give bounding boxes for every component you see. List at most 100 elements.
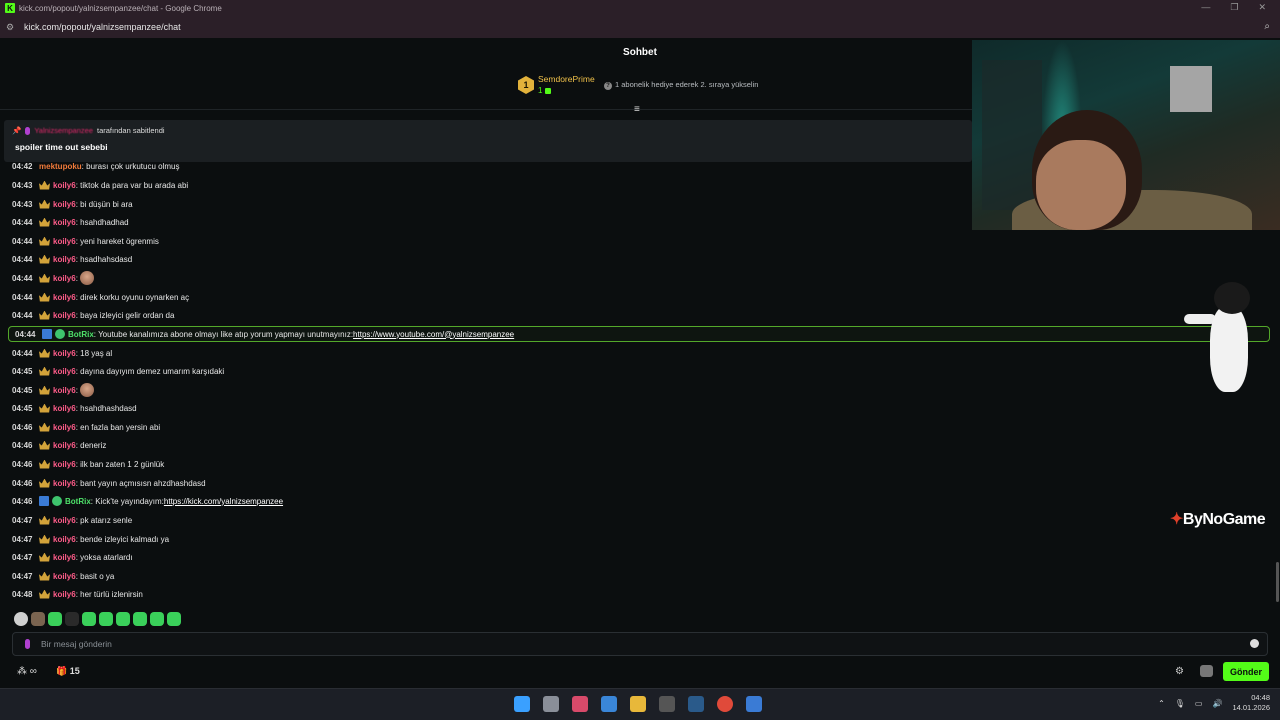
message-username[interactable]: koily6 bbox=[53, 441, 76, 450]
message-username[interactable]: koily6 bbox=[53, 535, 76, 544]
leader-name[interactable]: SemdorePrime bbox=[538, 74, 595, 84]
viewers-icon[interactable]: ⁂ ∞ bbox=[17, 666, 37, 677]
message-username[interactable]: koily6 bbox=[53, 386, 76, 395]
verified-badge-icon bbox=[52, 496, 62, 506]
message-username[interactable]: koily6 bbox=[53, 553, 76, 562]
subscriber-crown-icon bbox=[39, 385, 50, 395]
message-text: : bant yayın açmısısn ahzdhashdasd bbox=[75, 478, 206, 488]
zoom-icon[interactable]: ⌕ bbox=[1264, 21, 1270, 32]
app-icon[interactable] bbox=[601, 696, 617, 712]
start-icon[interactable] bbox=[514, 696, 530, 712]
message-username[interactable]: koily6 bbox=[53, 404, 76, 413]
emote-icon[interactable] bbox=[133, 612, 147, 626]
subscriber-crown-icon bbox=[39, 199, 50, 209]
emoji-picker-icon[interactable] bbox=[1250, 639, 1259, 648]
message-username[interactable]: koily6 bbox=[53, 349, 76, 358]
message-time: 04:44 bbox=[15, 329, 36, 339]
emote-icon[interactable] bbox=[99, 612, 113, 626]
message-text: : bende izleyici kalmadı ya bbox=[75, 534, 170, 544]
clock[interactable]: 04:48 14.01.2026 bbox=[1232, 693, 1270, 713]
task-view-icon[interactable] bbox=[543, 696, 559, 712]
chat-message: 04:44 koily6: 18 yaş al bbox=[6, 345, 112, 361]
emote-icon[interactable] bbox=[167, 612, 181, 626]
chrome-icon[interactable] bbox=[717, 696, 733, 712]
message-username[interactable]: koily6 bbox=[53, 423, 76, 432]
collapse-icon[interactable]: ≡ bbox=[634, 104, 640, 115]
minimize-icon[interactable]: — bbox=[1201, 2, 1210, 13]
emote-icon bbox=[79, 271, 94, 285]
app-icon[interactable] bbox=[572, 696, 588, 712]
message-username[interactable]: koily6 bbox=[53, 218, 76, 227]
emote-icon[interactable] bbox=[150, 612, 164, 626]
chat-title: Sohbet bbox=[623, 46, 657, 58]
system-tray: ⌃ 🎙 ▭ 🔊 04:48 14.01.2026 bbox=[1158, 693, 1270, 713]
message-username[interactable]: koily6 bbox=[53, 255, 76, 264]
pinned-label: tarafından sabitlendi bbox=[97, 126, 165, 135]
message-text: : bbox=[75, 273, 78, 283]
message-link[interactable]: https://kick.com/yalnizsempanzee bbox=[164, 497, 283, 506]
message-username[interactable]: BotRix bbox=[65, 497, 91, 506]
message-username[interactable]: koily6 bbox=[53, 516, 76, 525]
chat-message: 04:45 koily6: dayına dayıyım demez umarım… bbox=[6, 363, 224, 379]
chat-message: 04:47 koily6: yoksa atarlardı bbox=[6, 549, 133, 565]
message-text: : en fazla ban yersin abi bbox=[75, 422, 161, 432]
message-link[interactable]: https://www.youtube.com/@yalnizsempanzee bbox=[353, 330, 514, 339]
message-text: : ilk ban zaten 1 2 günlük bbox=[75, 459, 165, 469]
send-button[interactable]: Gönder bbox=[1223, 662, 1269, 681]
message-username[interactable]: koily6 bbox=[53, 460, 76, 469]
message-username[interactable]: koily6 bbox=[53, 311, 76, 320]
message-username[interactable]: koily6 bbox=[53, 181, 76, 190]
network-icon[interactable]: ▭ bbox=[1195, 699, 1203, 708]
gift-icon bbox=[545, 87, 552, 94]
message-text: : hsadhahsdasd bbox=[75, 254, 133, 264]
emote-icon[interactable] bbox=[65, 612, 79, 626]
gift-count[interactable]: 🎁 15 bbox=[56, 666, 80, 677]
dancing-cat-image bbox=[1184, 278, 1268, 406]
message-username[interactable]: koily6 bbox=[53, 590, 76, 599]
mic-badge-icon bbox=[25, 126, 31, 135]
steam-icon[interactable] bbox=[688, 696, 704, 712]
message-username[interactable]: mektupoku bbox=[39, 162, 82, 171]
message-username[interactable]: koily6 bbox=[53, 572, 76, 581]
message-username[interactable]: koily6 bbox=[53, 479, 76, 488]
subscriber-crown-icon bbox=[39, 273, 50, 283]
emote-icon[interactable] bbox=[31, 612, 45, 626]
volume-icon[interactable]: 🔊 bbox=[1212, 699, 1222, 708]
chat-input-box[interactable] bbox=[12, 632, 1268, 656]
file-explorer-icon[interactable] bbox=[630, 696, 646, 712]
message-time: 04:44 bbox=[12, 254, 33, 264]
message-username[interactable]: koily6 bbox=[53, 293, 76, 302]
bot-icon[interactable] bbox=[1200, 665, 1213, 677]
chat-message: 04:46 koily6: bant yayın açmısısn ahzdhas… bbox=[6, 475, 206, 491]
close-icon[interactable]: ✕ bbox=[1258, 2, 1266, 13]
chevron-up-icon[interactable]: ⌃ bbox=[1158, 699, 1165, 708]
pinned-by[interactable]: Yalnizsempanzee bbox=[34, 126, 93, 135]
emote-icon[interactable] bbox=[82, 612, 96, 626]
scrollbar[interactable] bbox=[1276, 562, 1279, 602]
message-username[interactable]: koily6 bbox=[53, 367, 76, 376]
emote-icon[interactable] bbox=[48, 612, 62, 626]
message-username[interactable]: koily6 bbox=[53, 274, 76, 283]
app-icon[interactable] bbox=[746, 696, 762, 712]
chat-input[interactable] bbox=[41, 636, 1221, 652]
chat-message: 04:44 koily6: direk korku oyunu oynarken … bbox=[6, 289, 189, 305]
webcam-overlay bbox=[972, 40, 1280, 230]
message-username[interactable]: koily6 bbox=[53, 200, 76, 209]
settings-gear-icon[interactable]: ⚙ bbox=[1175, 666, 1184, 677]
url-text[interactable]: kick.com/popout/yalnizsempanzee/chat bbox=[24, 22, 181, 32]
app-icon[interactable] bbox=[659, 696, 675, 712]
address-bar[interactable]: ⚙ kick.com/popout/yalnizsempanzee/chat ⌕ bbox=[0, 16, 1280, 38]
chat-message: 04:45 koily6: bbox=[6, 382, 94, 398]
emote-icon[interactable] bbox=[14, 612, 28, 626]
message-username[interactable]: koily6 bbox=[53, 237, 76, 246]
site-settings-icon[interactable]: ⚙ bbox=[6, 22, 18, 33]
emote-icon[interactable] bbox=[116, 612, 130, 626]
message-time: 04:43 bbox=[12, 199, 33, 209]
leader-count: 1 bbox=[538, 86, 552, 95]
subscriber-crown-icon bbox=[39, 478, 50, 488]
message-username[interactable]: BotRix bbox=[68, 330, 94, 339]
microphone-icon[interactable]: 🎙 bbox=[1175, 699, 1185, 708]
subscriber-crown-icon bbox=[39, 292, 50, 302]
restore-icon[interactable]: ❐ bbox=[1230, 2, 1238, 13]
message-text: : hsahdhashdasd bbox=[75, 403, 137, 413]
